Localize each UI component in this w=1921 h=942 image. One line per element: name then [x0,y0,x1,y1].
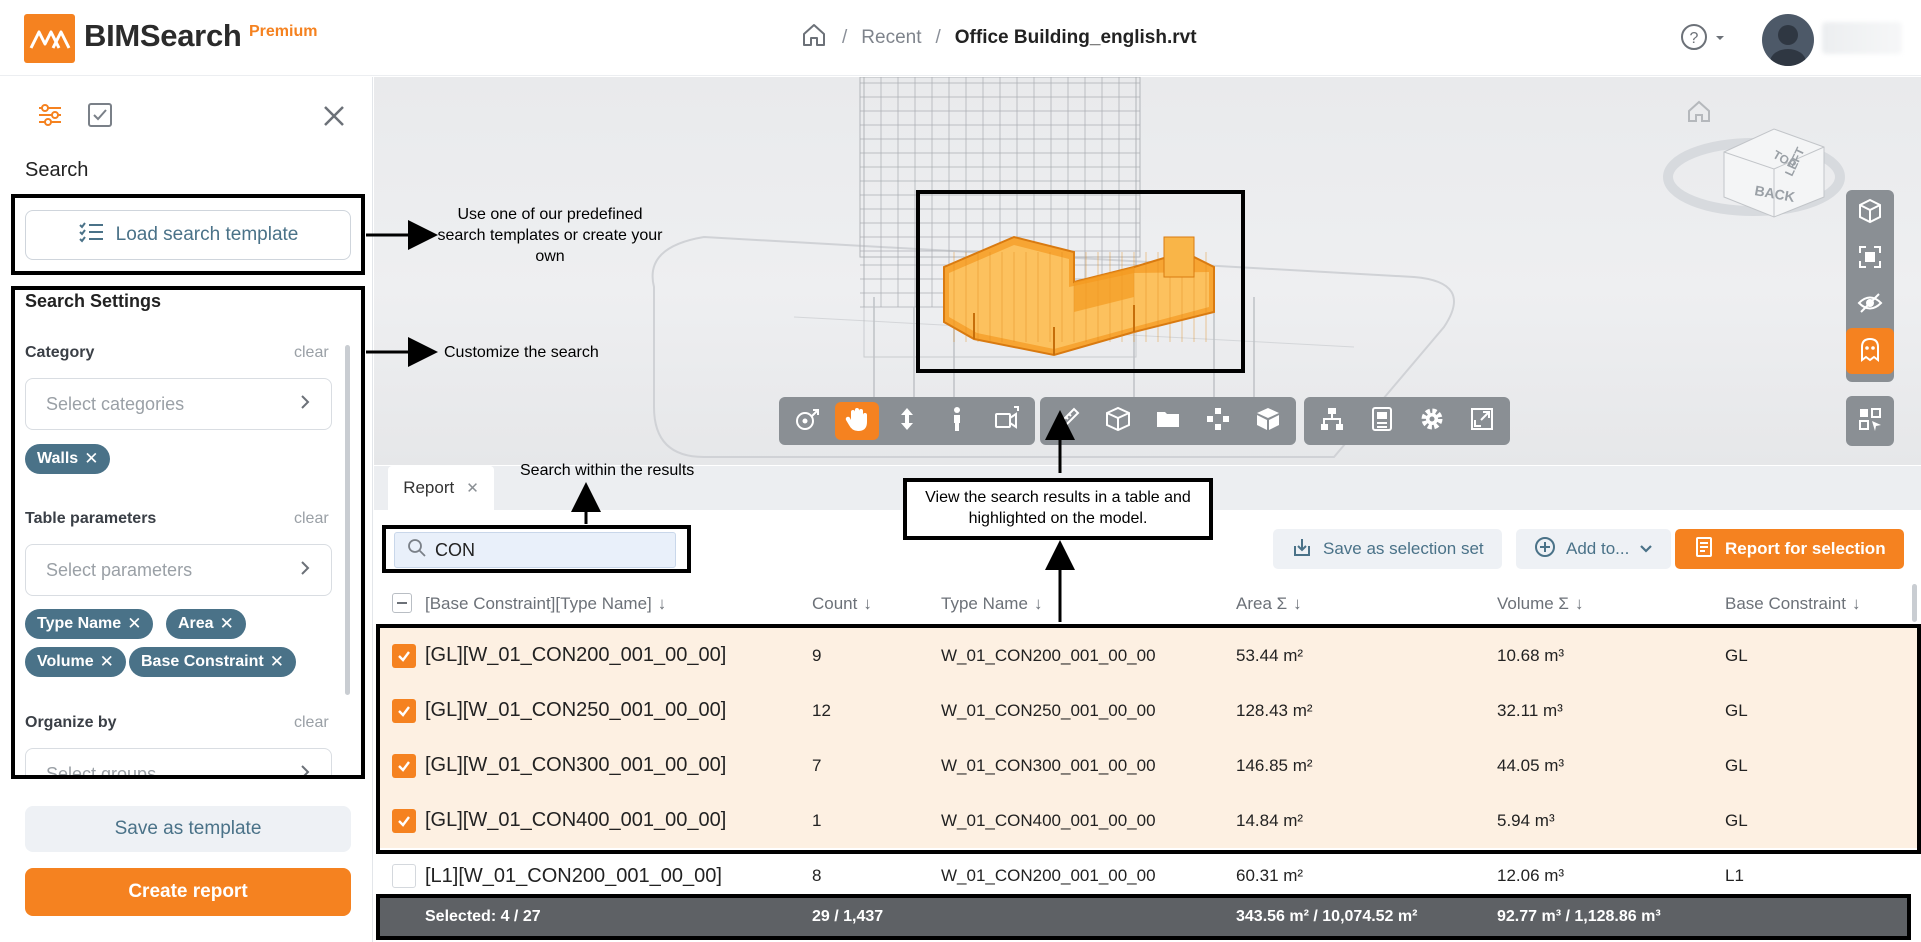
annotation-arrows [366,220,1075,622]
annotation-view-results: View the search results in a table and h… [903,478,1213,540]
annotation-search-within: Search within the results [520,462,695,479]
annotation-customize: Customize the search [444,344,599,361]
annotation-templates: Use one of our predefined search templat… [437,206,663,265]
